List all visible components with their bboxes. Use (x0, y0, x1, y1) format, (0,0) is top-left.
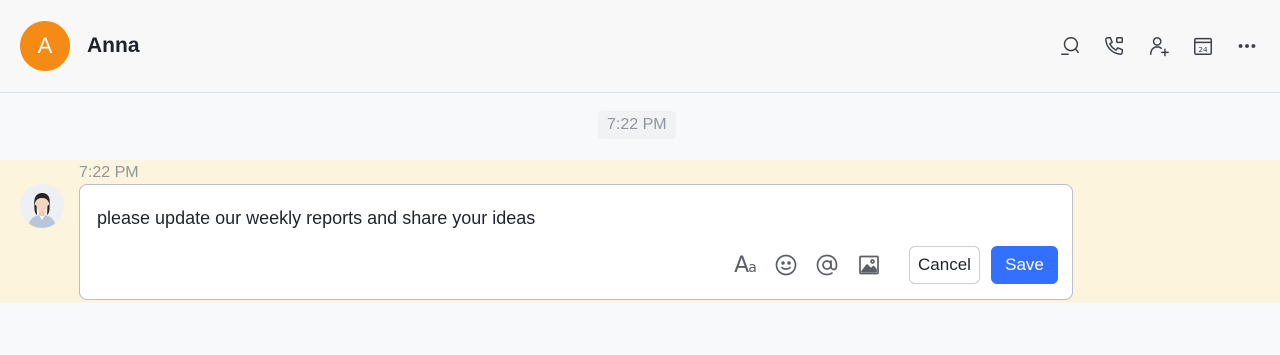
avatar-letter: A (37, 33, 53, 58)
message-row: 7:22 PM please update our weekly reports… (0, 160, 1280, 303)
message-edit-box[interactable]: please update our weekly reports and sha… (79, 184, 1073, 300)
message-edit-input[interactable]: please update our weekly reports and sha… (97, 208, 535, 229)
calendar-day: 24 (1198, 45, 1208, 54)
time-divider: 7:22 PM (598, 111, 676, 139)
add-member-icon[interactable] (1147, 34, 1171, 58)
chat-title[interactable]: Anna (87, 34, 140, 58)
text-format-icon[interactable]: Aa (732, 252, 758, 278)
more-icon[interactable] (1235, 34, 1259, 58)
emoji-icon[interactable] (773, 252, 799, 278)
chat-header: A Anna 24 (0, 0, 1280, 93)
sender-avatar[interactable] (20, 184, 64, 228)
call-icon[interactable] (1102, 34, 1126, 58)
chat-avatar[interactable]: A (20, 21, 70, 71)
save-button[interactable]: Save (991, 246, 1058, 284)
format-label: Aa (734, 252, 757, 278)
mention-icon[interactable] (814, 252, 840, 278)
cancel-button[interactable]: Cancel (909, 246, 980, 284)
search-chat-icon[interactable] (1058, 34, 1082, 58)
image-icon[interactable] (856, 252, 882, 278)
message-time: 7:22 PM (79, 164, 139, 181)
calendar-icon[interactable]: 24 (1191, 34, 1215, 58)
